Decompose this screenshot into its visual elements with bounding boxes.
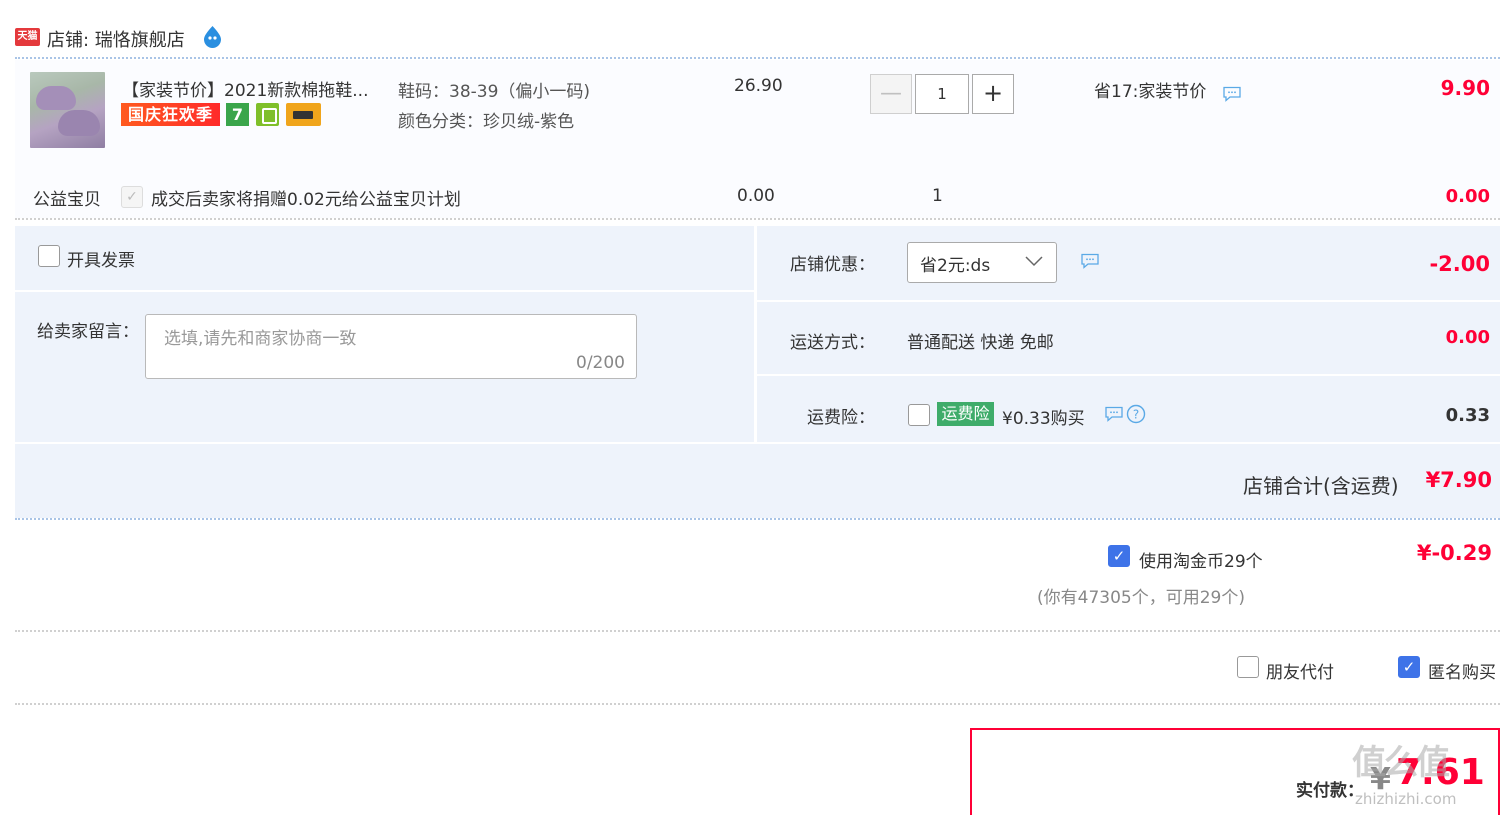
coupon-selected-value[interactable]: 省2元:ds (920, 251, 990, 276)
shop-total-value: ¥7.90 (1425, 468, 1492, 492)
item-total: 9.90 (1440, 76, 1490, 100)
unit-price: 26.90 (734, 76, 783, 96)
bag-icon (256, 103, 279, 126)
product-title[interactable]: 【家装节价】2021新款棉拖鞋... (122, 76, 368, 101)
shop-total-label: 店铺合计(含运费) (1243, 474, 1399, 498)
wangwang-icon[interactable] (200, 24, 225, 49)
chat-bubble-icon[interactable] (1222, 86, 1242, 102)
options-divider (15, 703, 1500, 705)
panel-divider (15, 518, 1500, 520)
quantity-input[interactable]: 1 (915, 74, 969, 114)
coins-note: (你有47305个，可用29个) (1037, 588, 1245, 608)
insurance-tag: 运费险 (937, 402, 994, 426)
item-discount: 省17:家装节价 (1094, 82, 1207, 102)
message-char-count: 0/200 (576, 353, 625, 373)
insurance-label: 运费险： (807, 408, 875, 428)
svg-text:?: ? (1133, 408, 1139, 422)
anonymous-checkbox[interactable]: ✓ (1398, 656, 1420, 678)
charity-label: 公益宝贝 (33, 190, 101, 210)
invoice-checkbox[interactable] (38, 245, 60, 267)
quantity-increase-button[interactable]: + (972, 74, 1014, 114)
shop-name[interactable]: 店铺: 瑞恪旗舰店 (47, 26, 185, 52)
item-divider (15, 218, 1500, 220)
quantity-decrease-button[interactable]: — (870, 74, 912, 114)
coins-divider (15, 630, 1500, 632)
message-placeholder: 选填,请先和商家协商一致 (164, 329, 357, 349)
charity-price: 0.00 (737, 186, 775, 206)
sku-size: 鞋码：38-39（偏小一码) (398, 82, 591, 102)
promo-tag: 国庆狂欢季 (121, 103, 220, 126)
coupon-label: 店铺优惠： (790, 255, 875, 275)
credit-card-icon (286, 103, 321, 126)
chat-bubble-icon[interactable] (1080, 253, 1100, 269)
chevron-down-icon[interactable] (1024, 253, 1044, 269)
insurance-checkbox[interactable] (908, 404, 930, 426)
friend-pay-label[interactable]: 朋友代付 (1266, 658, 1334, 683)
shipping-method: 普通配送 快递 免邮 (907, 333, 1054, 353)
coupon-amount: -2.00 (1429, 252, 1490, 276)
sku-color: 颜色分类：珍贝绒-紫色 (398, 112, 575, 132)
chat-bubble-icon[interactable] (1104, 406, 1124, 422)
tmall-logo-icon: 天猫 (15, 28, 40, 46)
charity-quantity: 1 (932, 186, 943, 206)
anonymous-label[interactable]: 匿名购买 (1428, 658, 1496, 683)
help-icon[interactable]: ? (1126, 404, 1146, 424)
invoice-label[interactable]: 开具发票 (67, 246, 135, 271)
coins-label[interactable]: 使用淘金币29个 (1139, 547, 1263, 572)
friend-pay-checkbox[interactable] (1237, 656, 1259, 678)
watermark: 值么值 (1352, 743, 1450, 783)
seven-day-return-icon: 7 (226, 103, 249, 126)
product-thumbnail[interactable] (30, 72, 105, 148)
shipping-amount: 0.00 (1445, 327, 1490, 348)
shipping-label: 运送方式： (790, 333, 875, 353)
check-icon: ✓ (1402, 658, 1416, 676)
charity-total: 0.00 (1445, 186, 1490, 207)
coins-checkbox[interactable]: ✓ (1108, 545, 1130, 567)
watermark-url: zhizhizhi.com (1355, 790, 1457, 808)
check-icon: ✓ (1112, 547, 1126, 565)
insurance-price: ¥0.33购买 (1002, 409, 1085, 429)
coins-amount: ¥-0.29 (1416, 541, 1492, 565)
shop-divider (15, 57, 1500, 59)
charity-text: 成交后卖家将捐赠0.02元给公益宝贝计划 (151, 190, 461, 210)
charity-checkbox: ✓ (121, 186, 143, 208)
message-label: 给卖家留言： (37, 322, 139, 342)
insurance-amount: 0.33 (1445, 405, 1490, 426)
